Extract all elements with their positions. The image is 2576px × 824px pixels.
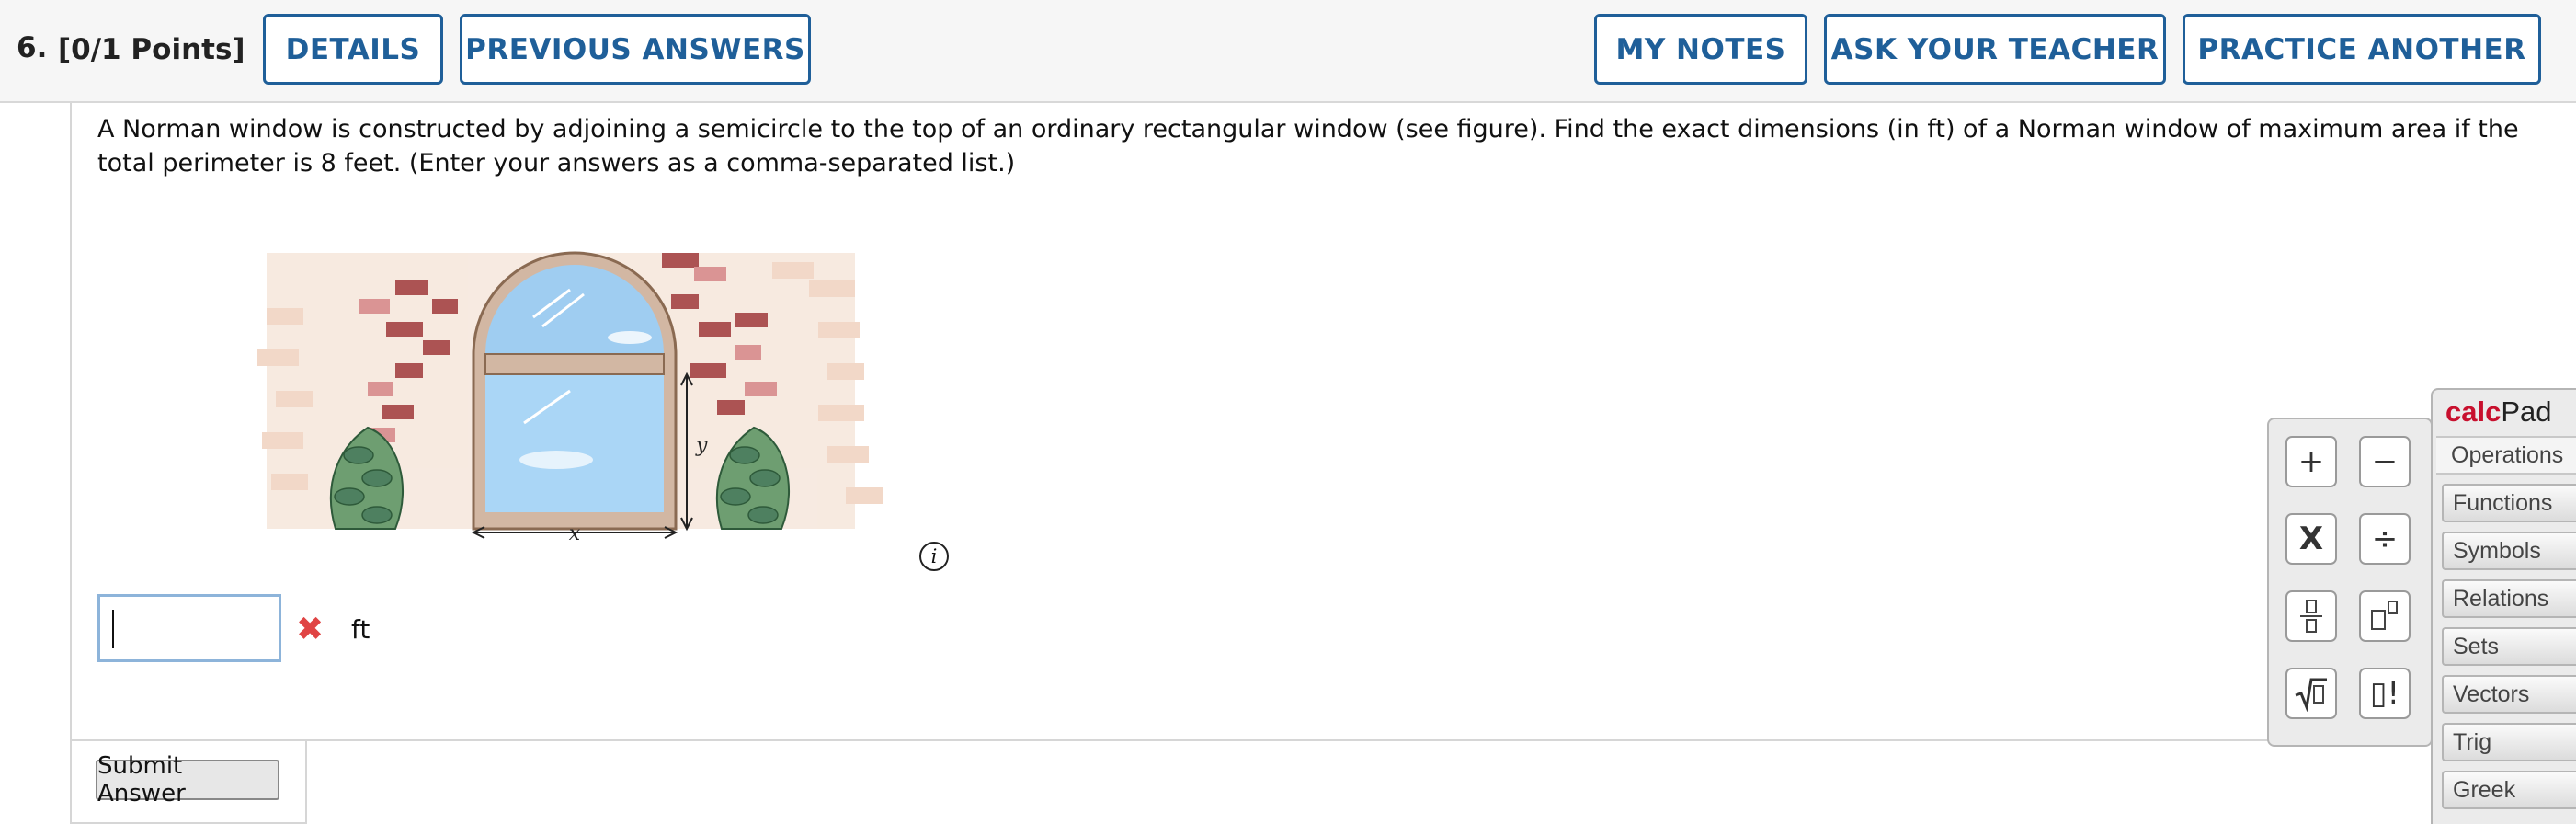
- answer-input[interactable]: [97, 594, 281, 662]
- calcpad-title: calcPad: [2445, 395, 2552, 429]
- window-frame: [472, 251, 678, 531]
- question-header: 6. [0/1 Points] DETAILS PREVIOUS ANSWERS…: [0, 0, 2576, 103]
- minus-key[interactable]: −: [2359, 436, 2411, 487]
- calcpad-title-pad: Pad: [2501, 395, 2552, 428]
- square-root-key[interactable]: [2285, 668, 2337, 719]
- plus-key[interactable]: +: [2285, 436, 2337, 487]
- exponent-icon: [2371, 601, 2398, 630]
- previous-answers-button[interactable]: PREVIOUS ANSWERS: [460, 14, 811, 85]
- fraction-icon: [2300, 600, 2322, 633]
- info-icon[interactable]: i: [919, 542, 949, 571]
- question-prompt: A Norman window is constructed by adjoin…: [97, 115, 2519, 177]
- calcpad-tab-greek[interactable]: Greek: [2442, 771, 2576, 809]
- answer-unit: ft: [351, 614, 370, 645]
- practice-another-button[interactable]: PRACTICE ANOTHER: [2183, 14, 2541, 85]
- incorrect-icon: ✖: [296, 611, 325, 648]
- calcpad-tab-symbols[interactable]: Symbols: [2442, 532, 2576, 570]
- fraction-key[interactable]: [2285, 590, 2337, 642]
- factorial-key[interactable]: ▯!: [2359, 668, 2411, 719]
- square-root-icon: [2295, 678, 2327, 712]
- ask-your-teacher-button[interactable]: ASK YOUR TEACHER: [1824, 14, 2166, 85]
- points-label: [0/1 Points]: [58, 33, 245, 66]
- text-cursor: [112, 610, 114, 648]
- question-number: 6.: [17, 31, 48, 64]
- calcpad-tab-trig[interactable]: Trig: [2442, 723, 2576, 761]
- calcpad-tab-relations[interactable]: Relations: [2442, 579, 2576, 618]
- divide-key[interactable]: ÷: [2359, 513, 2411, 565]
- calcpad-title-calc: calc: [2445, 395, 2502, 428]
- calcpad-tab-functions[interactable]: Functions: [2442, 484, 2576, 522]
- calcpad-tab-sets[interactable]: Sets: [2442, 627, 2576, 666]
- multiply-key[interactable]: X: [2285, 513, 2337, 565]
- submit-answer-button[interactable]: Submit Answer: [96, 752, 279, 807]
- height-label: y: [695, 434, 708, 457]
- calcpad-tab-vectors[interactable]: Vectors: [2442, 675, 2576, 714]
- calcpad-tab-operations[interactable]: Operations: [2436, 436, 2576, 475]
- exponent-key[interactable]: [2359, 590, 2411, 642]
- width-label: x: [569, 522, 581, 545]
- details-button[interactable]: DETAILS: [263, 14, 443, 85]
- my-notes-button[interactable]: MY NOTES: [1594, 14, 1807, 85]
- norman-window-figure: x y: [257, 251, 883, 545]
